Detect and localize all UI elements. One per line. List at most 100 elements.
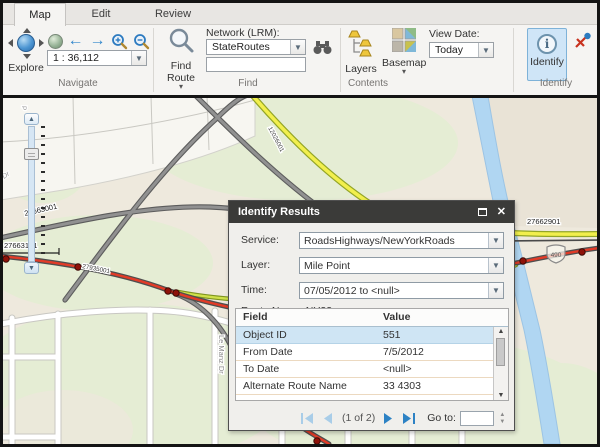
explore-arrow-down-icon (23, 54, 31, 59)
goto-spinner[interactable]: ▲ ▼ (496, 410, 509, 427)
time-value: 07/05/2012 to <null> (300, 283, 488, 298)
previous-extent-button[interactable]: ← (66, 32, 85, 50)
identify-route-location-button[interactable] (573, 32, 592, 56)
basemap-icon (392, 28, 416, 52)
table-rows: Object ID 551 From Date 7/5/2012 To Date… (236, 327, 493, 400)
layer-dropdown-arrow[interactable]: ▼ (488, 258, 503, 273)
zoom-out-icon (133, 33, 150, 50)
map-view[interactable]: 490 27663001 27663101 27935001 27662901 … (3, 98, 597, 444)
tab-review-label: Review (155, 8, 191, 20)
ribbon-tab-bar: Map Edit Review (3, 3, 597, 25)
scroll-down-icon[interactable]: ▼ (494, 392, 508, 399)
layer-value: Mile Point (300, 258, 488, 273)
group-label-find: Find (158, 78, 338, 89)
zoom-slider-tick-marks (41, 126, 45, 258)
zoom-in-button[interactable] (110, 32, 129, 50)
table-scrollbar[interactable]: ▲ ▼ (493, 327, 508, 400)
field-cell: Alternate Route Name (236, 378, 376, 394)
full-extent-button[interactable] (46, 32, 65, 50)
find-route-label-line1: Find (158, 60, 204, 72)
explore-globe-icon (17, 34, 35, 52)
field-cell: To Date (236, 361, 376, 377)
layers-icon (347, 28, 375, 58)
street-label-le-manz-dr: Le Manz Dr (217, 335, 226, 374)
close-icon[interactable]: ✕ (497, 207, 506, 217)
zoom-slider-up-button[interactable]: ▲ (24, 113, 39, 125)
view-date-dropdown-arrow[interactable]: ▼ (478, 43, 493, 57)
map-scale-value: 1 : 36,112 (48, 51, 131, 65)
shield-number-label: 490 (551, 252, 562, 259)
tab-map[interactable]: Map (14, 3, 66, 26)
time-label: Time: (241, 284, 299, 296)
find-route-value-input[interactable] (206, 57, 306, 72)
group-label-navigate: Navigate (3, 78, 153, 89)
network-lrm-value: StateRoutes (207, 40, 290, 54)
dialog-title-bar[interactable]: Identify Results ✕ (229, 201, 514, 223)
goto-page-input[interactable] (460, 411, 494, 426)
identify-button[interactable]: i Identify (527, 28, 567, 81)
table-row[interactable]: Alternate Route Name 33 4303 (236, 378, 493, 395)
zoom-slider-handle[interactable] (24, 148, 39, 160)
zoom-in-icon (111, 33, 128, 50)
value-cell: 7/5/2012 (376, 344, 493, 360)
identify-button-label: Identify (528, 56, 566, 68)
layers-label: Layers (343, 63, 379, 75)
explore-button[interactable]: Explore (5, 28, 47, 80)
search-routes-button[interactable] (312, 40, 333, 60)
service-label: Service: (241, 234, 299, 246)
scroll-up-icon[interactable]: ▲ (494, 328, 508, 335)
field-cell: Object ID (236, 327, 376, 343)
tab-edit-label: Edit (92, 8, 111, 20)
page-count-text: (1 of 2) (342, 412, 375, 424)
layers-button[interactable]: Layers (343, 28, 379, 80)
identify-results-dialog: Identify Results ✕ Service: RoadsHighway… (228, 200, 515, 431)
service-combobox[interactable]: RoadsHighways/NewYorkRoads ▼ (299, 232, 504, 249)
explore-arrow-right-icon (39, 39, 44, 47)
previous-page-button[interactable] (322, 413, 333, 424)
network-lrm-dropdown-arrow[interactable]: ▼ (290, 40, 305, 54)
zoom-out-button[interactable] (132, 32, 151, 50)
first-page-button[interactable] (301, 413, 314, 424)
previous-page-icon (322, 413, 333, 424)
maximize-icon[interactable] (478, 208, 487, 216)
find-route-magnifier-icon (166, 27, 196, 55)
find-route-value-text (207, 58, 305, 71)
table-row[interactable]: To Date <null> (236, 361, 493, 378)
view-date-combobox[interactable]: Today ▼ (429, 42, 494, 58)
zoom-slider-track[interactable] (28, 126, 35, 262)
value-cell: 551 (376, 327, 493, 343)
next-page-button[interactable] (383, 413, 394, 424)
service-dropdown-arrow[interactable]: ▼ (488, 233, 503, 248)
zoom-slider-down-button[interactable]: ▼ (24, 262, 39, 274)
tab-edit[interactable]: Edit (66, 3, 136, 25)
group-label-contents: Contents (333, 78, 403, 89)
time-combobox[interactable]: 07/05/2012 to <null> ▼ (299, 282, 504, 299)
layer-combobox[interactable]: Mile Point ▼ (299, 257, 504, 274)
map-scale-dropdown-arrow[interactable]: ▼ (131, 51, 146, 65)
map-scale-combobox[interactable]: 1 : 36,112 ▼ (47, 50, 147, 66)
explore-label: Explore (3, 62, 49, 74)
view-date-label: View Date: (429, 28, 480, 40)
basemap-dropdown-caret: ▾ (382, 69, 426, 75)
next-extent-button[interactable]: → (88, 32, 107, 50)
table-row[interactable]: From Date 7/5/2012 (236, 344, 493, 361)
spinner-up-icon[interactable]: ▲ (499, 412, 505, 418)
value-cell: <null> (376, 361, 493, 377)
last-page-button[interactable] (402, 413, 415, 424)
identify-icon: i (537, 34, 557, 54)
explore-arrow-left-icon (8, 39, 13, 47)
ribbon: Map Edit Review Explore ← → (3, 3, 597, 95)
tab-review[interactable]: Review (136, 3, 210, 25)
view-date-value: Today (430, 43, 478, 57)
table-row-selected[interactable]: Object ID 551 (236, 327, 493, 344)
spinner-down-icon[interactable]: ▼ (499, 419, 505, 425)
explore-arrow-up-icon (23, 28, 31, 33)
layer-label: Layer: (241, 259, 299, 271)
attributes-table: Field Value Object ID 551 From Date 7/5/… (235, 308, 509, 401)
group-label-identify: Identify (521, 78, 591, 89)
scrollbar-thumb[interactable] (496, 338, 505, 366)
network-lrm-label: Network (LRM): (206, 27, 280, 39)
binoculars-icon (312, 40, 333, 55)
network-lrm-combobox[interactable]: StateRoutes ▼ (206, 39, 306, 55)
time-dropdown-arrow[interactable]: ▼ (488, 283, 503, 298)
